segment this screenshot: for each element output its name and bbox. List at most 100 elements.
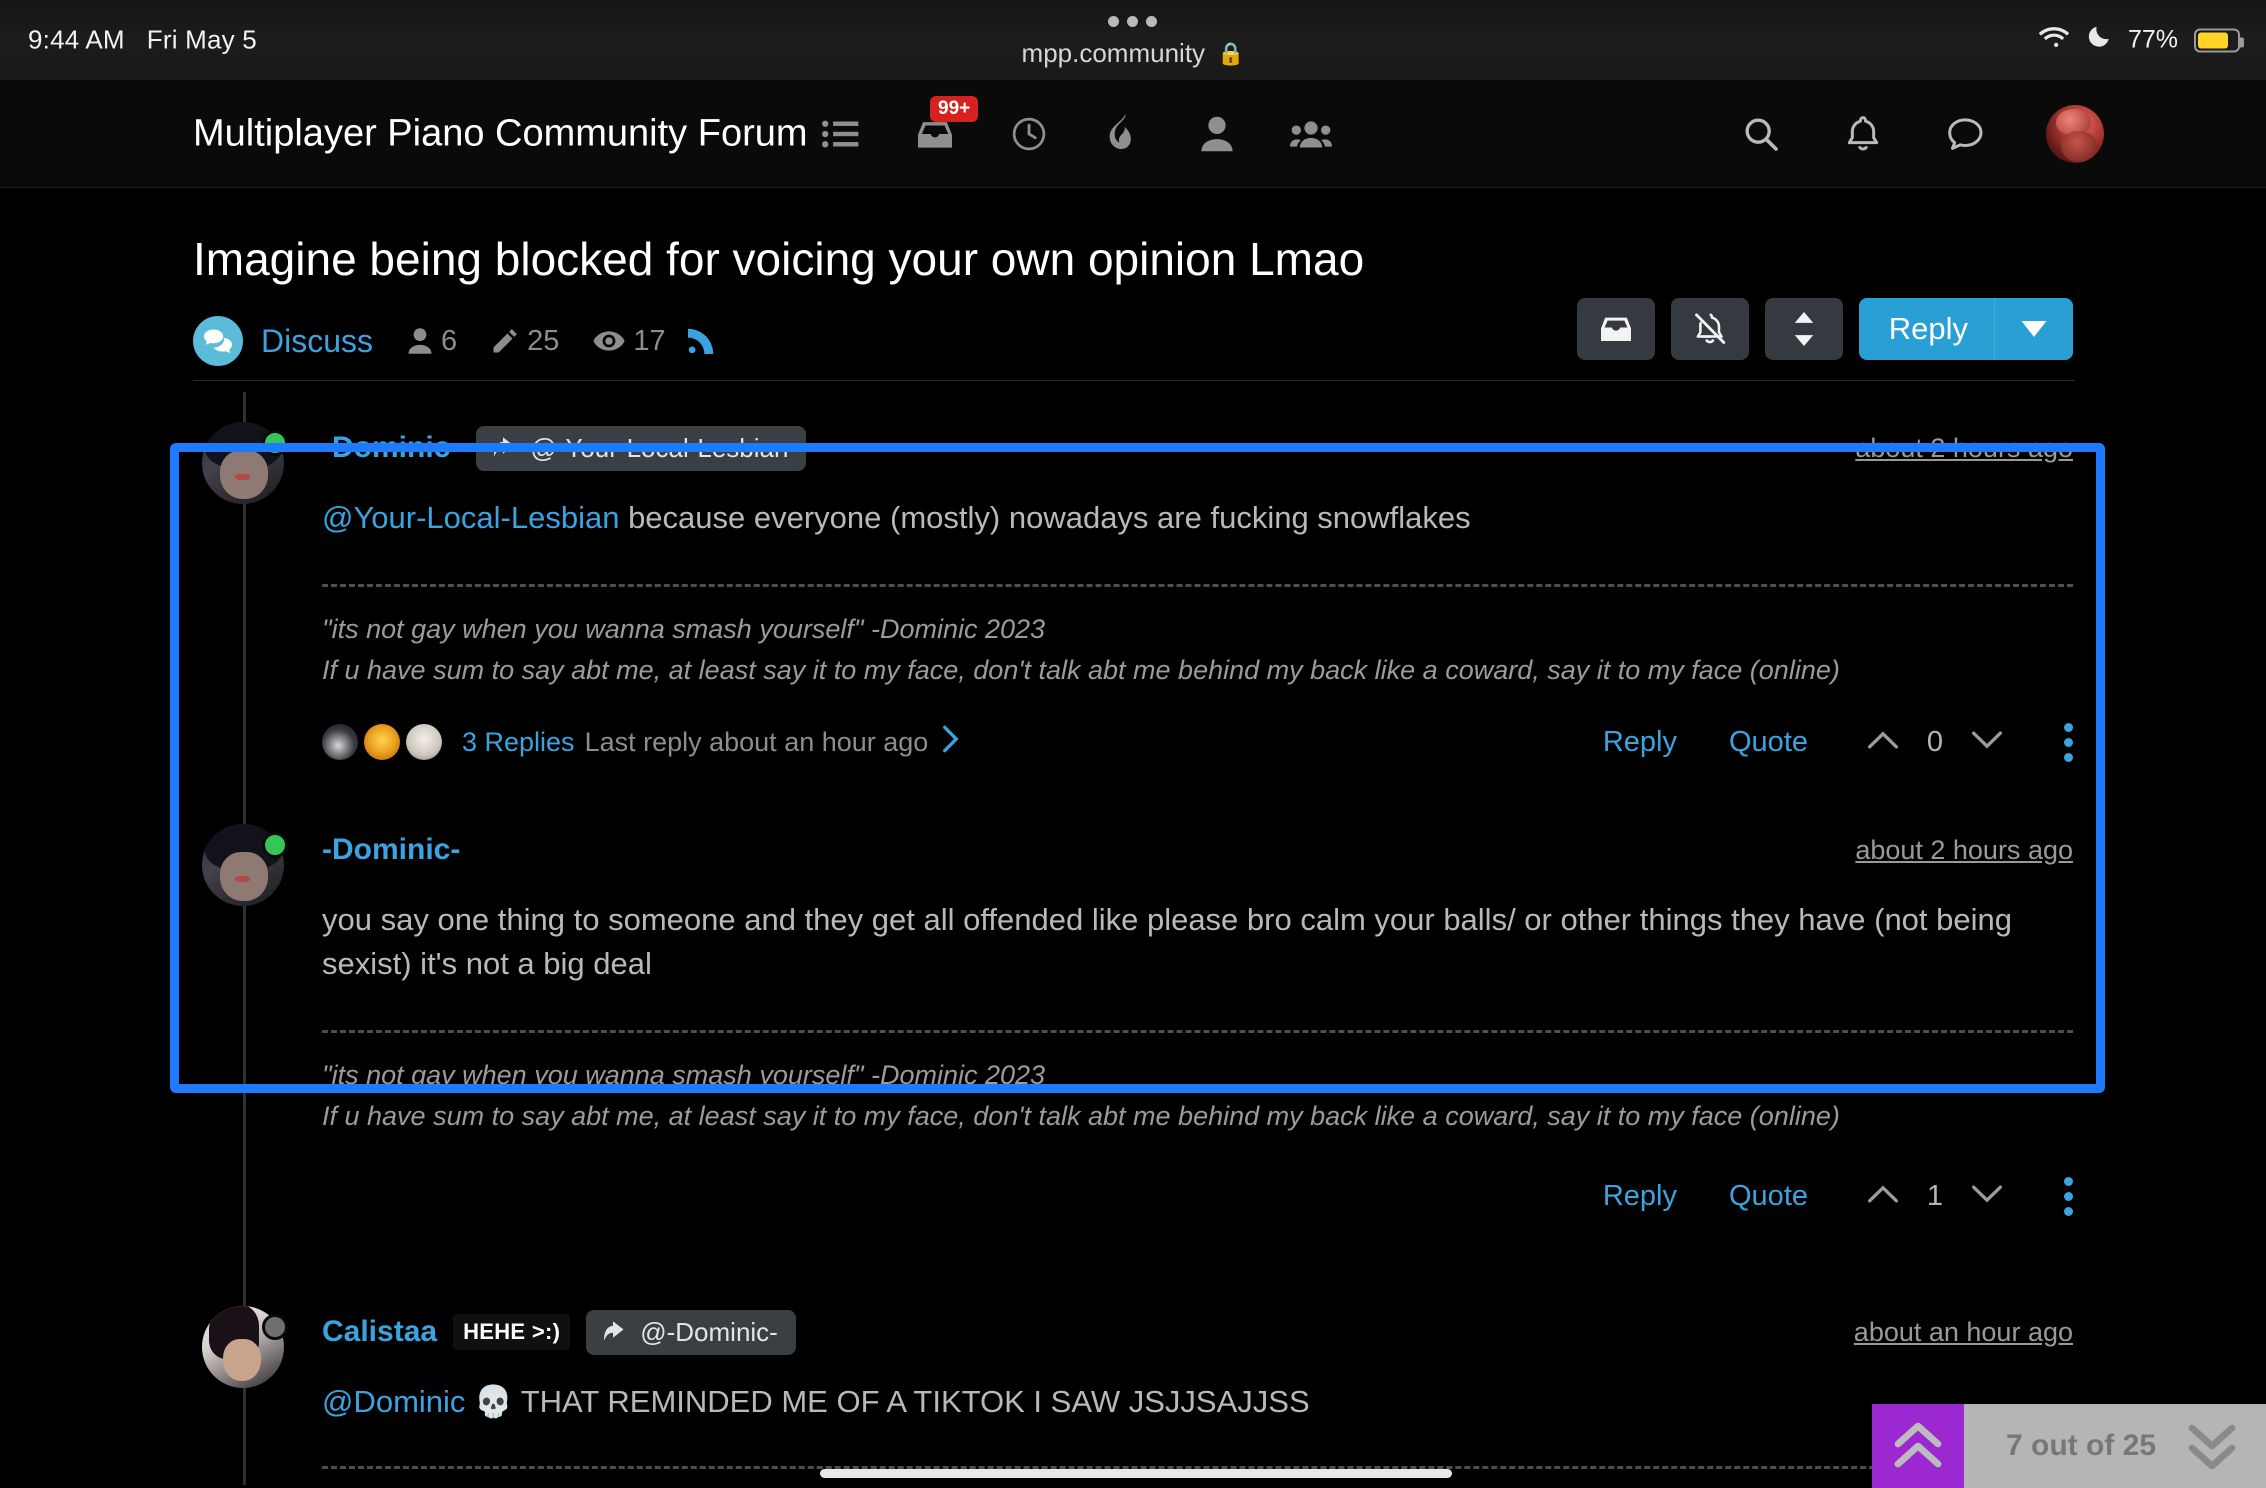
signature-line: If u have sum to say abt me, at least sa… [322,1100,1840,1131]
stat-posts: 25 [491,325,559,358]
status-bar-time: 9:44 AM [28,24,125,55]
post-author-name[interactable]: -Dominic- [322,833,460,867]
post-body: you say one thing to someone and they ge… [322,902,2012,982]
reply-button[interactable]: Reply [1858,298,2073,360]
post-reply-link[interactable]: Reply [1603,1180,1677,1213]
site-brand-title[interactable]: Multiplayer Piano Community Forum [193,112,808,155]
header-divider [193,380,2075,381]
chevron-right-icon[interactable] [942,725,960,760]
post-reply-link[interactable]: Reply [1603,726,1677,759]
post-footer: 3 Replies Last reply about an hour ago R… [322,716,2073,768]
unread-inbox-icon[interactable]: 99+ [914,95,979,155]
chevron-down-icon[interactable] [1972,1184,2002,1209]
chat-bubble-icon[interactable] [1944,113,1986,155]
thread-meta-row: Discuss 6 25 17 [193,316,714,366]
notifications-bell-icon[interactable] [1842,113,1884,155]
page-title: Imagine being blocked for voicing your o… [193,233,1365,285]
double-chevron-down-icon[interactable] [2186,1404,2266,1488]
ios-status-bar: 9:44 AM Fri May 5 77% [0,0,2266,80]
moon-icon [2086,24,2112,57]
post-quote-link[interactable]: Quote [1729,726,1808,759]
status-bar-left: 9:44 AM Fri May 5 [28,25,257,56]
user-title-badge: HEHE >:) [453,1314,571,1351]
last-reply-label: Last reply about an hour ago [584,726,929,757]
inbox-archive-icon[interactable] [1576,298,1655,360]
status-bar-date: Fri May 5 [146,24,257,55]
vote-count: 1 [1926,1179,1944,1212]
stat-users: 6 [407,325,457,358]
recent-clock-icon[interactable] [1008,113,1050,155]
reply-target-label: @-Your-Local-Lesbian [530,432,789,463]
eye-icon [593,329,626,353]
mention-link[interactable]: @Dominic [322,1384,465,1419]
chevron-up-icon[interactable] [1868,730,1898,755]
reply-button-label: Reply [1888,311,1968,346]
discuss-bubbles-icon[interactable] [193,316,243,366]
reply-target-chip[interactable]: @-Your-Local-Lesbian [476,425,807,471]
post-position-label[interactable]: 7 out of 25 [1963,1404,2186,1488]
post-header: -Dominic- about 2 hours ago [322,828,2073,872]
post-signature: "its not gay when you wanna smash yourse… [322,584,2073,690]
stat-users-value: 6 [441,324,458,357]
chevron-up-icon[interactable] [1868,1184,1898,1209]
rss-icon[interactable] [687,328,714,354]
pencil-icon [491,327,519,355]
reply-target-label: @-Dominic- [640,1316,778,1347]
post-quote-link[interactable]: Quote [1729,1180,1808,1213]
stat-views-value: 17 [633,324,666,357]
user-icon[interactable] [1196,113,1238,155]
post-signature: "its not gay when you wanna smash yourse… [322,1030,2073,1136]
kebab-menu-icon[interactable] [2064,1176,2073,1216]
mention-link[interactable]: @Your-Local-Lesbian [322,500,619,535]
thread-position-nav: 7 out of 25 [1871,1404,2266,1488]
chevron-down-icon[interactable] [1994,298,2073,360]
stat-posts-value: 25 [527,324,560,357]
thread-action-buttons: Reply [1576,298,2073,360]
replies-count-link[interactable]: 3 Replies [462,727,575,758]
groups-icon[interactable] [1290,113,1332,155]
kebab-menu-icon[interactable] [2064,722,2073,762]
status-indicator-online [262,832,288,859]
reply-target-chip[interactable]: @-Dominic- [586,1309,796,1355]
sort-updown-icon[interactable] [1764,298,1843,360]
post-header: -Dominic- @-Your-Local-Lesbian about 2 h… [322,425,2073,471]
post-list[interactable]: -Dominic- @-Your-Local-Lesbian about 2 h… [0,392,2266,1488]
search-icon[interactable] [1740,113,1782,155]
status-bar-right: 77% [2038,24,2244,57]
post-author-name[interactable]: -Dominic- [322,431,460,465]
signature-line: If u have sum to say abt me, at least sa… [322,654,1840,685]
post-text: because everyone (mostly) nowadays are f… [619,500,1471,535]
post-timestamp[interactable]: about an hour ago [1854,1317,2073,1348]
status-indicator-offline [262,1314,288,1341]
user-icon [407,327,433,355]
repliers-avatars[interactable] [322,724,448,761]
popular-flame-icon[interactable] [1102,113,1144,155]
signature-line: "its not gay when you wanna smash yourse… [322,614,1046,645]
categories-list-icon[interactable] [820,113,862,155]
vote-control: 1 [1868,1180,2002,1213]
thread-category-label[interactable]: Discuss [261,323,373,360]
post-body: @Your-Local-Lesbian because everyone (mo… [322,496,2073,540]
post-actions: Reply Quote 1 [1551,1176,2073,1216]
battery-icon [2194,28,2244,52]
post-timestamp[interactable]: about 2 hours ago [1855,433,2073,464]
reply-arrow-icon [604,1317,628,1348]
post-timestamp[interactable]: about 2 hours ago [1855,835,2073,866]
horizontal-scrollbar[interactable] [820,1469,1452,1478]
post-footer: Reply Quote 1 [322,1170,2073,1222]
avatar [322,724,358,761]
double-chevron-up-icon[interactable] [1871,1404,1964,1488]
post-author-name[interactable]: Calistaa [322,1315,437,1349]
signature-line: "its not gay when you wanna smash yourse… [322,1060,1046,1091]
unread-count-badge: 99+ [930,95,979,123]
nav-icon-group-right [1740,104,2104,163]
chevron-down-icon[interactable] [1972,730,2002,755]
avatar [364,724,400,761]
wifi-icon [2038,25,2070,56]
reply-arrow-icon [494,433,518,464]
nav-icon-group-middle: 99+ [820,95,1332,155]
battery-percent-label: 77% [2127,25,2178,54]
bell-slash-icon[interactable] [1670,298,1749,360]
vote-count: 0 [1926,725,1944,758]
user-avatar[interactable] [2046,104,2104,163]
